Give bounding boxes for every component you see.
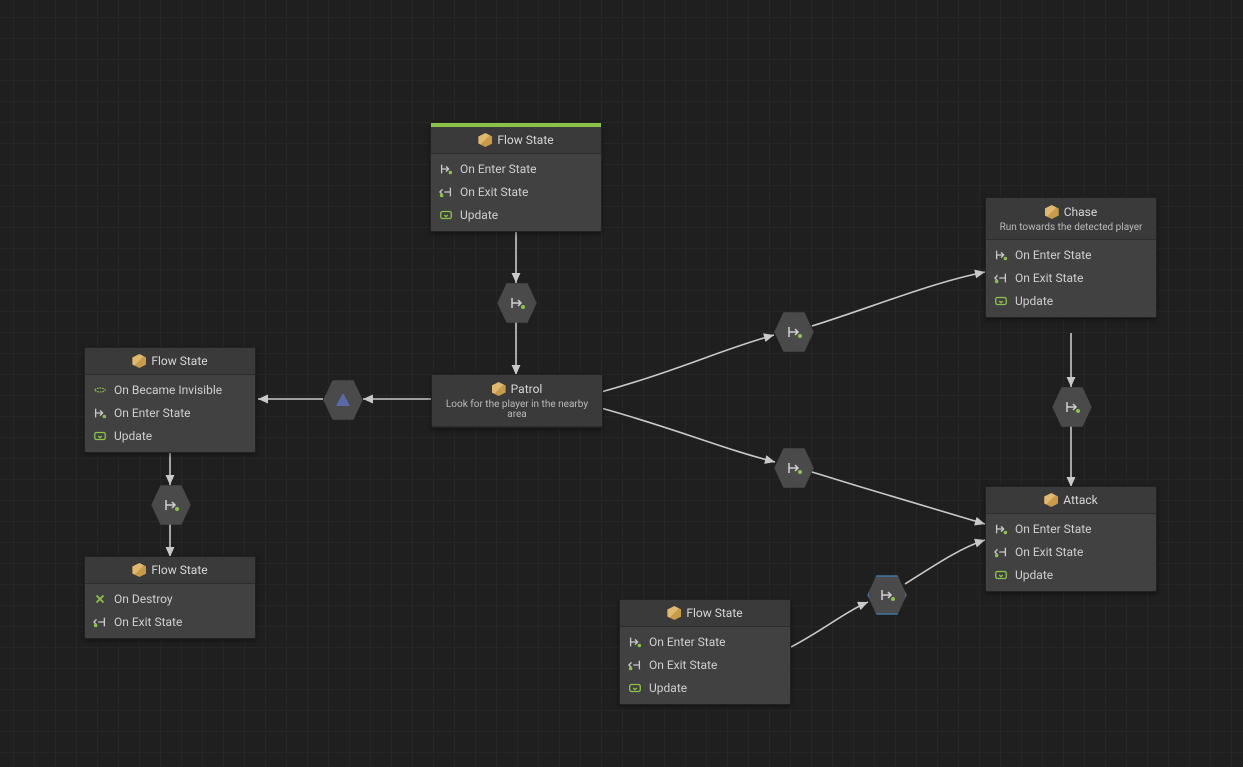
event-row[interactable]: Update <box>93 427 247 444</box>
cube-icon <box>132 354 146 368</box>
transition-node[interactable] <box>773 447 815 489</box>
cube-icon <box>667 606 681 620</box>
exit-state-icon <box>628 658 642 672</box>
exit-state-icon <box>439 185 453 199</box>
transition-node-selected[interactable] <box>866 574 908 616</box>
cube-icon <box>492 382 506 396</box>
node-attack[interactable]: Attack On Enter State On Exit State Upda… <box>985 486 1157 592</box>
invisible-icon <box>93 383 107 397</box>
node-flow-state-left-2[interactable]: Flow State On Destroy On Exit State <box>84 556 256 639</box>
transition-node[interactable] <box>773 311 815 353</box>
update-icon <box>994 294 1008 308</box>
node-title: Flow State <box>151 564 207 576</box>
event-row[interactable]: Update <box>994 292 1148 309</box>
cube-icon <box>132 563 146 577</box>
enter-state-icon <box>93 406 107 420</box>
exit-state-icon <box>994 271 1008 285</box>
update-icon <box>994 568 1008 582</box>
node-chase[interactable]: Chase Run towards the detected player On… <box>985 197 1157 318</box>
enter-state-icon <box>994 522 1008 536</box>
transition-node[interactable] <box>322 379 364 421</box>
node-subtitle: Run towards the detected player <box>1000 221 1143 233</box>
event-row[interactable]: On Exit State <box>994 269 1148 286</box>
event-row[interactable]: On Exit State <box>439 183 593 200</box>
event-row[interactable]: On Became Invisible <box>93 381 247 398</box>
event-row[interactable]: On Exit State <box>628 656 782 673</box>
node-patrol[interactable]: Patrol Look for the player in the nearby… <box>431 374 603 428</box>
node-title: Patrol <box>511 383 543 395</box>
enter-state-icon <box>628 635 642 649</box>
cube-icon <box>478 133 492 147</box>
exit-state-icon <box>93 615 107 629</box>
update-icon <box>93 429 107 443</box>
event-row[interactable]: On Enter State <box>994 520 1148 537</box>
node-title: Flow State <box>151 355 207 367</box>
transition-node[interactable] <box>496 282 538 324</box>
update-icon <box>439 208 453 222</box>
event-row[interactable]: On Destroy <box>93 590 247 607</box>
enter-state-icon <box>439 162 453 176</box>
update-icon <box>628 681 642 695</box>
node-title: Flow State <box>497 134 553 146</box>
node-flow-state-start[interactable]: Flow State On Enter State On Exit State … <box>430 122 602 232</box>
event-row[interactable]: On Exit State <box>994 543 1148 560</box>
transition-node[interactable] <box>1051 386 1093 428</box>
node-flow-state-bottom[interactable]: Flow State On Enter State On Exit State … <box>619 599 791 705</box>
destroy-icon <box>93 592 107 606</box>
node-subtitle: Look for the player in the nearby area <box>440 398 594 420</box>
event-row[interactable]: On Enter State <box>628 633 782 650</box>
event-row[interactable]: Update <box>628 679 782 696</box>
event-row[interactable]: On Enter State <box>439 160 593 177</box>
cube-icon <box>1045 205 1059 219</box>
exit-state-icon <box>994 545 1008 559</box>
event-row[interactable]: Update <box>994 566 1148 583</box>
enter-state-icon <box>994 248 1008 262</box>
cube-icon <box>1044 493 1058 507</box>
event-row[interactable]: Update <box>439 206 593 223</box>
node-title: Chase <box>1064 206 1098 218</box>
node-title: Attack <box>1063 494 1097 506</box>
node-flow-state-left-1[interactable]: Flow State On Became Invisible On Enter … <box>84 347 256 453</box>
event-row[interactable]: On Enter State <box>994 246 1148 263</box>
event-row[interactable]: On Exit State <box>93 613 247 630</box>
event-row[interactable]: On Enter State <box>93 404 247 421</box>
node-title: Flow State <box>686 607 742 619</box>
transition-node[interactable] <box>150 484 192 526</box>
